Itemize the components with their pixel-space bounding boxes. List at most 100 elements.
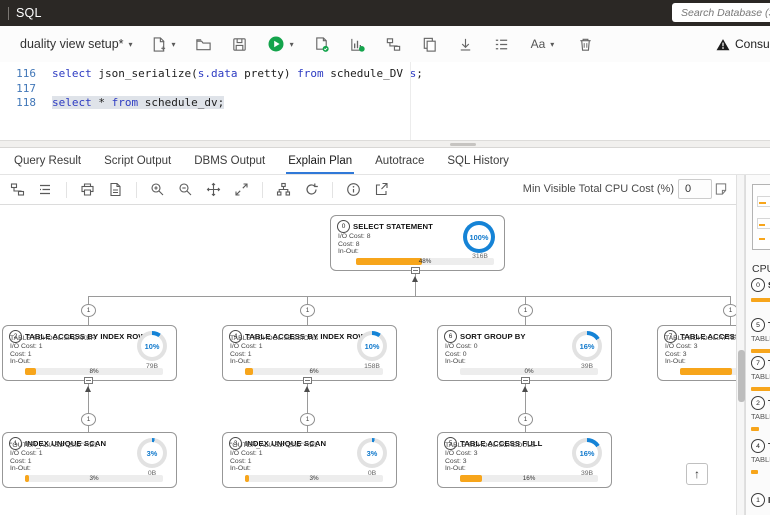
new-file-button[interactable] xyxy=(150,36,167,53)
explain-plan-button[interactable] xyxy=(385,36,402,53)
result-tabs: Query Result Script Output DBMS Output Expl… xyxy=(0,148,770,175)
inout-bar-label: 48% xyxy=(418,258,432,265)
edge-arrow-icon xyxy=(304,386,310,392)
open-external-button[interactable] xyxy=(374,182,389,197)
edge-arrow-icon xyxy=(85,386,91,392)
refresh-button[interactable] xyxy=(304,182,319,197)
info-button[interactable] xyxy=(346,182,361,197)
collapse-handle[interactable] xyxy=(521,377,530,384)
plan-minimap[interactable] xyxy=(752,184,770,250)
splitter-handle[interactable] xyxy=(450,143,476,146)
plan-node[interactable]: 7TABLE ACCESS FULLTABLE SCHOOL.ATTENDEEI… xyxy=(657,325,736,381)
run-script-button[interactable] xyxy=(313,36,330,53)
panel-item[interactable]: 1INDEX UNIQUE SCAN xyxy=(751,493,770,507)
plan-node[interactable]: 2 TABLE ACCESS BY INDEX ROWID TABLE SCHOOL… xyxy=(2,325,177,381)
panel-item[interactable]: 4TABLE ACCESS BY INDEX ROWID TABLE SCHOOL… xyxy=(751,439,770,474)
tab-query-result[interactable]: Query Result xyxy=(12,155,83,174)
line-number: 118 xyxy=(16,96,36,109)
tab-explain-plan[interactable]: Explain Plan xyxy=(286,155,355,174)
panel-item-badge: 7 xyxy=(751,356,765,370)
cpu-percent-label: 100% xyxy=(467,225,491,249)
fit-screen-button[interactable] xyxy=(234,182,249,197)
consumer-group-warning[interactable]: Consumer group xyxy=(716,26,770,62)
export-image-button[interactable] xyxy=(108,182,123,197)
edge-line xyxy=(307,317,308,325)
edge-line xyxy=(525,317,526,325)
panel-item-badge: 4 xyxy=(751,439,765,453)
collapse-handle[interactable] xyxy=(84,377,93,384)
scroll-top-button[interactable]: ↑ xyxy=(686,463,708,485)
inout-bar-label: 3% xyxy=(89,475,99,482)
editor-line: 117 xyxy=(0,82,770,96)
plan-side-panel: CPU intensive operations 0SELECT STATEME… xyxy=(745,175,770,515)
clear-button[interactable] xyxy=(577,36,594,53)
min-cpu-cost-input[interactable] xyxy=(678,179,712,199)
outline-view-button[interactable] xyxy=(38,182,53,197)
code-text[interactable]: select * from schedule_dv; xyxy=(52,96,225,110)
tab-autotrace[interactable]: Autotrace xyxy=(373,155,426,174)
search-database-input[interactable] xyxy=(672,3,770,22)
panel-item[interactable]: 0SELECT STATEMENT xyxy=(751,278,770,302)
panel-item[interactable]: 5TABLE ACCESS FULL TABLE SCHOOL.SCHEDULE xyxy=(751,318,770,353)
panel-item-sub: TABLE SCHOOL.SCHEDULE xyxy=(751,334,770,343)
toolbar-separator xyxy=(136,181,137,198)
collapse-handle[interactable] xyxy=(303,377,312,384)
tab-script-output[interactable]: Script Output xyxy=(102,155,173,174)
sql-editor[interactable]: 116 select json_serialize(s.data pretty) … xyxy=(0,62,770,140)
zoom-out-button[interactable] xyxy=(178,182,193,197)
new-file-caret-icon[interactable]: ▾ xyxy=(172,40,176,49)
save-button[interactable] xyxy=(231,36,248,53)
panel-item[interactable]: 2TABLE ACCESS BY INDEX ROWID TABLE SCHOOL… xyxy=(751,396,770,431)
edge-line xyxy=(88,296,89,304)
tab-dbms-output[interactable]: DBMS Output xyxy=(192,155,267,174)
autotrace-button[interactable] xyxy=(349,36,366,53)
vertical-scrollbar[interactable] xyxy=(736,175,745,515)
top-app-bar: SQL xyxy=(0,0,770,26)
plan-node[interactable]: 1 INDEX UNIQUE SCAN "OUTER_ALIAS3"."SID"=:… xyxy=(2,432,177,488)
run-button[interactable] xyxy=(267,35,285,53)
worksheet-selector[interactable]: duality view setup* xyxy=(20,37,124,51)
hierarchy-layout-button[interactable] xyxy=(276,182,291,197)
panel-item[interactable]: 7TABLE ACCESS FULL TABLE SCHOOL.ATTENDEE xyxy=(751,356,770,391)
run-script-icon xyxy=(315,36,329,52)
min-cpu-cost-label: Min Visible Total CPU Cost (%) xyxy=(522,183,674,195)
notes-button[interactable] xyxy=(714,182,728,201)
print-button[interactable] xyxy=(80,182,95,197)
node-header: 6 SORT GROUP BY xyxy=(444,330,526,343)
diagram-view-button[interactable] xyxy=(10,182,25,197)
run-caret-icon[interactable]: ▾ xyxy=(290,40,294,49)
edge-line xyxy=(88,296,730,297)
trash-icon xyxy=(580,38,591,51)
cpu-percent-label: 16% xyxy=(576,442,598,464)
plan-node[interactable]: 3 INDEX UNIQUE SCAN "OUTER_ALIAS2"."SID"=:… xyxy=(222,432,397,488)
cpu-percent-donut: 10% xyxy=(357,331,387,361)
font-size-button[interactable]: Aa xyxy=(531,37,546,51)
copy-statement-button[interactable] xyxy=(421,36,438,53)
plan-node[interactable]: 5 TABLE ACCESS FULL TABLE SCHOOL.SCHEDULE I… xyxy=(437,432,612,488)
tab-sql-history[interactable]: SQL History xyxy=(445,155,511,174)
pane-splitter[interactable] xyxy=(0,140,770,148)
worksheet-selector-caret-icon[interactable]: ▾ xyxy=(129,40,133,49)
font-size-caret-icon[interactable]: ▾ xyxy=(550,40,554,49)
open-external-icon xyxy=(375,182,388,196)
code-text[interactable]: select json_serialize(s.data pretty) fro… xyxy=(52,67,423,81)
panel-item-sub: TABLE SCHOOL.SPEAKER xyxy=(751,412,770,421)
cpu-percent-donut: 100% xyxy=(463,221,495,253)
plan-node[interactable]: 4 TABLE ACCESS BY INDEX ROWID TABLE SCHOOL… xyxy=(222,325,397,381)
plan-node[interactable]: 0 SELECT STATEMENT I/O Cost: 8 Cost: 8 In-Ou… xyxy=(330,215,505,271)
zoom-in-button[interactable] xyxy=(150,182,165,197)
collapse-handle[interactable] xyxy=(411,267,420,274)
cpu-percent-label: 16% xyxy=(576,335,598,357)
inout-bar: 0% xyxy=(460,368,598,375)
refresh-icon xyxy=(306,183,318,195)
explain-plan-canvas[interactable]: ↑ 0 SELECT STATEMENT I/O Cost: 8 Cost: 8 In-… xyxy=(0,205,736,515)
pan-button[interactable] xyxy=(206,182,221,197)
scrollbar-thumb[interactable] xyxy=(738,350,745,402)
plan-node[interactable]: 6 SORT GROUP BY I/O Cost: 0 Cost: 0 In-Out: 1… xyxy=(437,325,612,381)
open-file-button[interactable] xyxy=(195,36,212,53)
format-button[interactable] xyxy=(493,36,510,53)
warning-icon xyxy=(716,38,730,50)
editor-scroll-divider xyxy=(410,62,411,140)
editor-line: 118 select * from schedule_dv; xyxy=(0,96,770,110)
download-button[interactable] xyxy=(457,36,474,53)
